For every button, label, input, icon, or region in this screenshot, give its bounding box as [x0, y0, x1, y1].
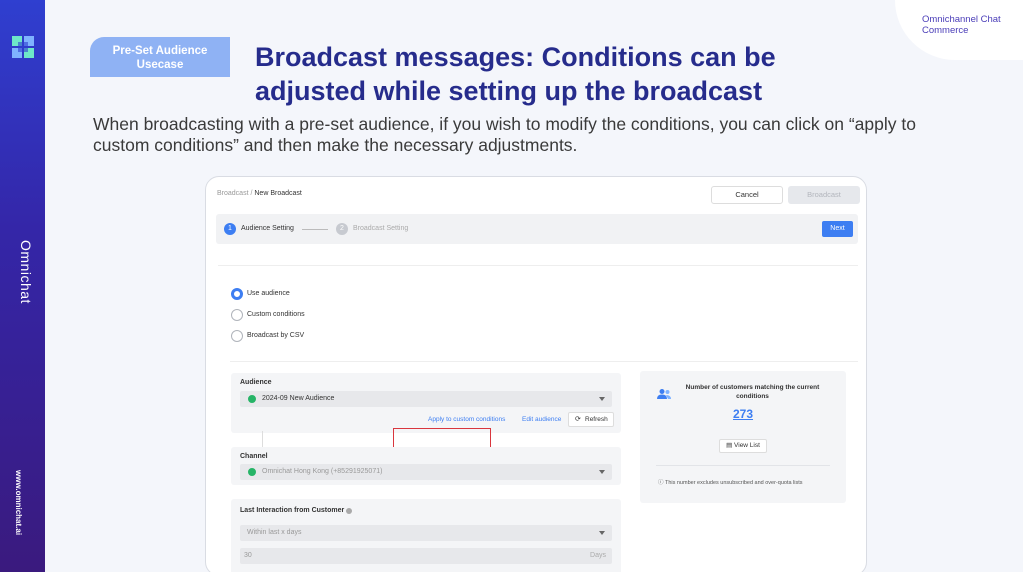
days-input-value: 30 [244, 552, 252, 559]
channel-status-icon [248, 395, 256, 403]
matching-customers-card: Number of customers matching the current… [640, 371, 846, 503]
side-website-text: www.omnichat.ai [14, 470, 23, 536]
matching-title: Number of customers matching the current… [685, 384, 820, 400]
radio-broadcast-csv-label: Broadcast by CSV [247, 332, 305, 339]
radio-use-audience[interactable] [231, 288, 243, 300]
cancel-button[interactable]: Cancel [711, 186, 783, 204]
divider [218, 265, 858, 266]
next-button[interactable]: Next [822, 221, 853, 237]
matching-count-link[interactable]: 273 [640, 407, 846, 421]
channel-card: Channel Omnichat Hong Kong (+85291925071… [231, 447, 621, 485]
last-interaction-select[interactable]: Within last x days [240, 525, 612, 541]
matching-note-text: This number excludes unsubscribed and ov… [664, 480, 803, 486]
side-brand-text: Omnichat [18, 240, 34, 304]
radio-custom-conditions-label: Custom conditions [247, 311, 305, 318]
audience-card: Audience 2024-09 New Audience [231, 373, 621, 433]
app-screenshot: Broadcast / New Broadcast Cancel Broadca… [205, 176, 867, 572]
breadcrumb-current: New Broadcast [254, 190, 302, 197]
audience-select[interactable]: 2024-09 New Audience [240, 391, 612, 407]
step-bar: 1 Audience Setting 2 Broadcast Setting N… [216, 214, 858, 244]
step-1-number: 1 [224, 223, 236, 235]
people-icon [657, 389, 671, 399]
slide-description: When broadcasting with a pre-set audienc… [93, 114, 916, 155]
info-icon: ⓘ [658, 480, 664, 486]
chevron-down-icon [599, 531, 605, 535]
corner-label: Omnichannel Chat Commerce [922, 14, 1001, 36]
view-list-label: View List [734, 442, 760, 449]
breadcrumb-parent[interactable]: Broadcast [217, 190, 249, 197]
slide-title: Broadcast messages: Conditions can be ad… [255, 42, 776, 106]
apply-to-custom-conditions-link[interactable]: Apply to custom conditions [428, 416, 505, 423]
channel-status-icon [248, 468, 256, 476]
refresh-icon: ⟳ [575, 416, 581, 423]
last-interaction-select-value: Within last x days [247, 529, 302, 536]
channel-select[interactable]: Omnichat Hong Kong (+85291925071) [240, 464, 612, 480]
days-unit: Days [590, 552, 606, 559]
broadcast-button[interactable]: Broadcast [788, 186, 860, 204]
days-input[interactable]: 30 Days [240, 548, 612, 564]
channel-select-value: Omnichat Hong Kong (+85291925071) [262, 468, 383, 475]
usecase-tag: Pre-Set Audience Usecase [90, 37, 230, 77]
chevron-down-icon [599, 397, 605, 401]
omnichat-logo-icon [12, 36, 34, 58]
list-icon: ▤ [726, 442, 733, 449]
view-list-button[interactable]: ▤ View List [719, 439, 767, 453]
chevron-down-icon [599, 470, 605, 474]
step-2-label: Broadcast Setting [353, 225, 409, 232]
brand-sidebar: Omnichat www.omnichat.ai [0, 0, 45, 572]
step-2-number: 2 [336, 223, 348, 235]
edit-audience-link[interactable]: Edit audience [522, 416, 561, 423]
radio-use-audience-label: Use audience [247, 290, 290, 297]
matching-note: ⓘ This number excludes unsubscribed and … [658, 478, 838, 486]
info-icon[interactable] [346, 508, 352, 514]
breadcrumb: Broadcast / New Broadcast [217, 190, 302, 197]
audience-select-value: 2024-09 New Audience [262, 395, 335, 402]
refresh-button[interactable]: ⟳ Refresh [568, 412, 614, 427]
radio-custom-conditions[interactable] [231, 309, 243, 321]
audience-label: Audience [240, 379, 272, 386]
last-interaction-label: Last Interaction from Customer [240, 507, 345, 514]
channel-label: Channel [240, 453, 268, 460]
radio-broadcast-csv[interactable] [231, 330, 243, 342]
step-1-label: Audience Setting [241, 225, 294, 232]
refresh-label: Refresh [585, 416, 608, 423]
divider [656, 465, 830, 466]
divider [230, 361, 858, 362]
step-connector [302, 229, 328, 230]
